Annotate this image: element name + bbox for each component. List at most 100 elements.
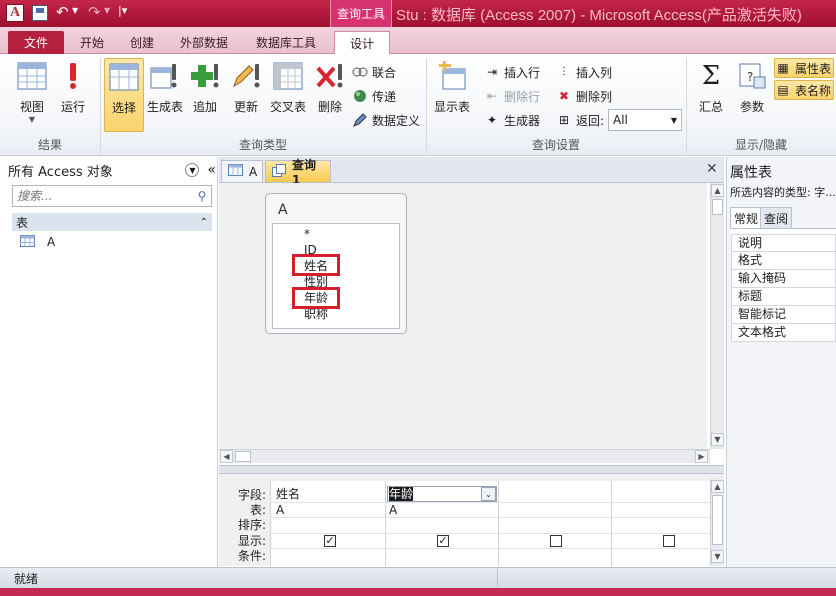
scroll-left-icon[interactable]: ◀: [220, 450, 233, 463]
navigation-search-box[interactable]: ⚲: [12, 185, 212, 207]
access-app-icon[interactable]: A: [6, 4, 24, 22]
property-row-description[interactable]: 说明: [731, 234, 836, 252]
field-item-all[interactable]: *: [304, 226, 310, 242]
grid-table-cell-2[interactable]: A: [386, 503, 496, 518]
make-table-button[interactable]: 生成表: [146, 58, 184, 132]
grid-column-divider: [498, 481, 499, 566]
field-list-title[interactable]: A: [278, 202, 288, 218]
grid-show-checkbox-4[interactable]: [663, 535, 675, 547]
view-dropdown-icon: ▼: [28, 115, 36, 124]
tab-lookup[interactable]: 查阅: [760, 207, 793, 228]
table-names-toggle[interactable]: ▤ 表名称: [774, 80, 834, 100]
scroll-down-icon[interactable]: ▼: [711, 433, 724, 446]
grid-row-label-criteria: 条件:: [237, 549, 266, 563]
data-definition-button[interactable]: 数据定义: [352, 110, 420, 130]
insert-rows-label: 插入行: [504, 65, 541, 80]
union-rings-icon: [352, 64, 368, 80]
property-row-input-mask[interactable]: 输入掩码: [731, 270, 836, 288]
property-row-caption[interactable]: 标题: [731, 288, 836, 306]
nav-item-table-a[interactable]: A: [20, 233, 55, 251]
tab-external-data[interactable]: 外部数据: [172, 31, 236, 54]
property-sheet-toggle[interactable]: ▦ 属性表: [774, 58, 834, 78]
delete-columns-button[interactable]: ✖ 删除列: [556, 86, 612, 106]
return-value: All: [613, 113, 628, 127]
select-label: 选择: [111, 101, 136, 115]
design-pane-splitter[interactable]: [219, 465, 724, 474]
property-row-text-format[interactable]: 文本格式: [731, 324, 836, 342]
view-label: 视图: [19, 100, 44, 114]
chevron-down-icon[interactable]: ⌄: [481, 487, 496, 501]
grid-row-label-sort: 排序:: [237, 518, 266, 532]
save-icon[interactable]: [32, 5, 48, 21]
scroll-up-icon[interactable]: ▲: [711, 184, 724, 197]
search-icon[interactable]: ⚲: [193, 189, 211, 203]
scroll-up-icon[interactable]: ▲: [711, 480, 724, 493]
grid-vertical-scrollbar[interactable]: ▲ ▼: [710, 479, 724, 566]
property-sheet-label: 属性表: [795, 61, 832, 76]
passthrough-button[interactable]: 传递: [352, 86, 396, 106]
crosstab-button[interactable]: 交叉表: [268, 58, 308, 132]
tab-file[interactable]: 文件: [8, 31, 64, 54]
grid-show-checkbox-3[interactable]: [550, 535, 562, 547]
select-query-button[interactable]: 选择: [104, 58, 144, 132]
status-text: 就绪: [14, 572, 39, 586]
scroll-right-icon[interactable]: ▶: [695, 450, 708, 463]
property-row-smart-tags[interactable]: 智能标记: [731, 306, 836, 324]
navigation-pane-header[interactable]: 所有 Access 对象 ▼ «: [8, 157, 216, 183]
builder-button[interactable]: ✦ 生成器: [484, 110, 540, 130]
totals-button[interactable]: Σ 汇总: [694, 58, 728, 132]
view-button[interactable]: 视图 ▼: [10, 58, 54, 132]
shutter-collapse-icon[interactable]: «: [207, 162, 216, 178]
delete-columns-icon: ✖: [558, 89, 570, 103]
return-values-dropdown[interactable]: All ▼: [608, 109, 682, 131]
highlight-box-age: [292, 287, 340, 309]
insert-columns-button[interactable]: ⫶ 插入列: [556, 62, 612, 82]
scroll-thumb[interactable]: [235, 451, 251, 462]
grid-field-cell-2[interactable]: 年龄: [388, 487, 414, 502]
nav-menu-chevron-icon[interactable]: ▼: [185, 163, 200, 177]
update-label: 更新: [233, 100, 258, 114]
doctab-table-a[interactable]: A: [221, 160, 263, 182]
status-bar: [0, 567, 836, 588]
design-vertical-scrollbar[interactable]: ▲ ▼: [710, 183, 724, 449]
select-query-icon: [108, 61, 140, 93]
collapse-chevron-icon[interactable]: ⌃: [200, 217, 208, 228]
tab-database-tools[interactable]: 数据库工具: [248, 31, 324, 54]
append-button[interactable]: 追加: [188, 58, 222, 132]
redo-icon[interactable]: ↷: [88, 3, 101, 21]
tab-home[interactable]: 开始: [72, 31, 112, 54]
redo-dropdown-icon[interactable]: ▼: [104, 6, 110, 15]
search-input[interactable]: [13, 186, 193, 206]
close-document-icon[interactable]: ✕: [706, 161, 718, 177]
show-table-button[interactable]: 显示表: [432, 58, 472, 132]
undo-icon[interactable]: ↶: [56, 3, 69, 21]
tab-general[interactable]: 常规: [730, 207, 763, 228]
undo-dropdown-icon[interactable]: ▼: [72, 6, 78, 15]
grid-column-divider: [385, 481, 386, 566]
nav-group-header-tables[interactable]: 表 ⌃: [12, 213, 212, 231]
delete-query-button[interactable]: 删除: [312, 58, 348, 132]
union-button[interactable]: 联合: [352, 62, 396, 82]
return-icon: ⊞: [558, 113, 570, 127]
grid-field-cell-1[interactable]: 姓名: [273, 487, 383, 502]
grid-show-checkbox-2[interactable]: ✓: [437, 535, 449, 547]
run-button[interactable]: 运行: [56, 58, 90, 132]
doctab-query1[interactable]: 查询1: [265, 158, 331, 187]
update-button[interactable]: 更新: [228, 58, 264, 132]
property-row-format[interactable]: 格式: [731, 252, 836, 270]
tab-design[interactable]: 设计: [334, 31, 390, 55]
grid-table-cell-1[interactable]: A: [273, 503, 383, 518]
tab-create[interactable]: 创建: [122, 31, 162, 54]
scroll-down-icon[interactable]: ▼: [711, 550, 724, 563]
parameters-button[interactable]: ? 参数: [734, 58, 770, 132]
insert-rows-button[interactable]: ⇥ 插入行: [484, 62, 540, 82]
scroll-thumb[interactable]: [712, 199, 723, 215]
design-horizontal-scrollbar[interactable]: ◀ ▶: [219, 449, 710, 463]
delete-rows-button[interactable]: ⇤ 删除行: [484, 86, 540, 106]
customize-quick-access-icon[interactable]: |▾: [118, 4, 127, 17]
data-definition-label: 数据定义: [372, 113, 421, 128]
scroll-thumb[interactable]: [712, 495, 723, 545]
grid-show-checkbox-1[interactable]: ✓: [324, 535, 336, 547]
property-sheet-selection-type: 所选内容的类型: 字...: [730, 186, 836, 199]
query-tools-context-label: 查询工具: [330, 0, 392, 27]
